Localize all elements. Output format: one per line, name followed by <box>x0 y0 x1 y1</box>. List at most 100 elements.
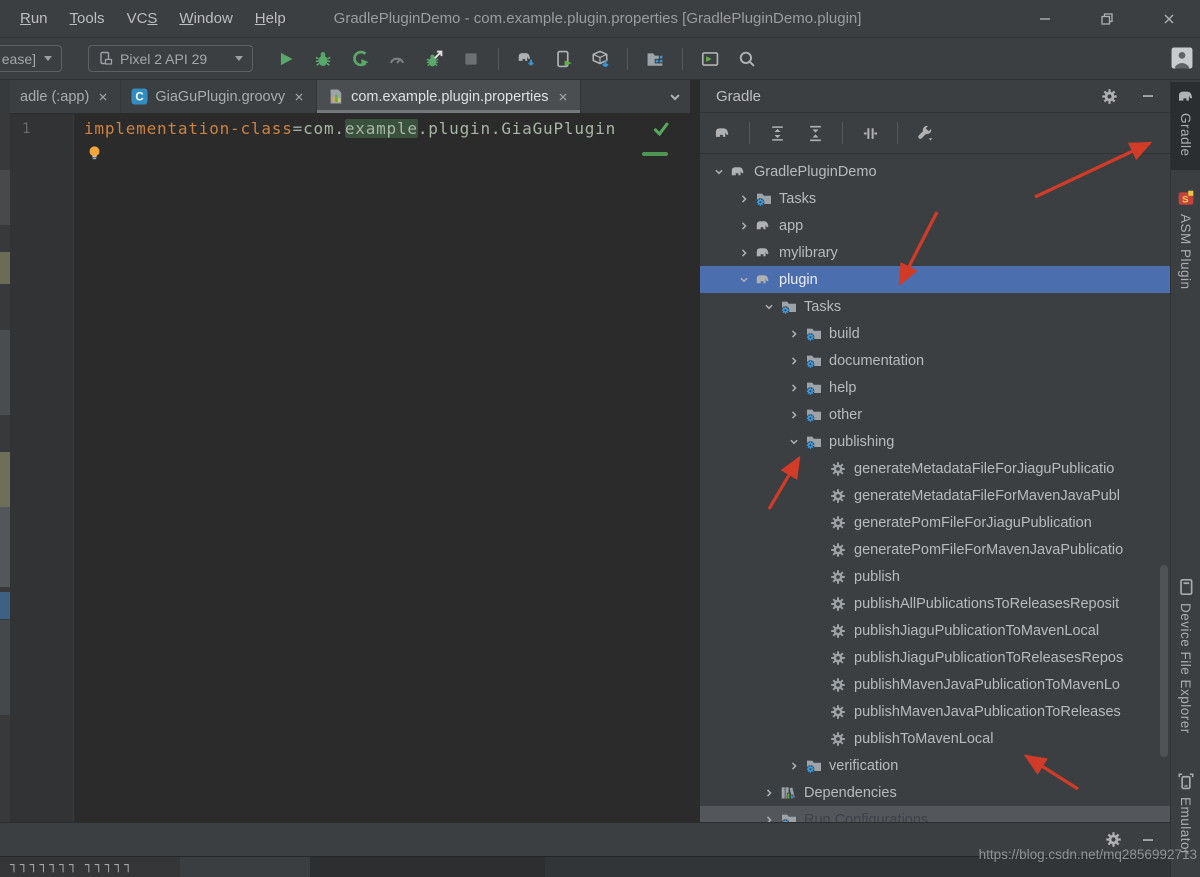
device-select[interactable]: Pixel 2 API 29 <box>88 45 253 72</box>
chevron-collapsed-icon[interactable] <box>783 759 805 773</box>
menu-item-tools[interactable]: Tools <box>60 6 115 31</box>
wrench-button[interactable] <box>911 119 939 147</box>
chevron-expanded-icon[interactable] <box>758 300 780 314</box>
sdk-manager-button[interactable] <box>586 45 614 73</box>
gradle-settings-button[interactable] <box>1101 88 1118 105</box>
menu-item-vcs[interactable]: VCS <box>117 6 168 31</box>
close-tab-icon[interactable] <box>96 90 110 104</box>
intention-lightbulb-icon[interactable] <box>86 145 103 162</box>
expand-all-button[interactable] <box>763 119 791 147</box>
toolbar-actions <box>272 45 761 73</box>
tree-node-label: generateMetadataFileForMavenJavaPubl <box>852 488 1120 504</box>
gradle-task-generatepomfileformavenjavapublicatio[interactable]: generatePomFileForMavenJavaPublicatio <box>700 536 1170 563</box>
gradle-hide-button[interactable] <box>1140 88 1156 104</box>
chevron-collapsed-icon[interactable] <box>733 219 755 233</box>
editor-column: adle (:app)CGiaGuPlugin.groovycom.exampl… <box>10 80 690 822</box>
gradle-task-generatepomfileforjiagupublication[interactable]: generatePomFileForJiaguPublication <box>700 509 1170 536</box>
editor[interactable]: 1 implementation-class=com.example.plugi… <box>10 114 690 822</box>
tree-scrollbar[interactable] <box>1160 565 1168 757</box>
tree-node-run-configurations[interactable]: Run Configurations <box>700 806 1170 822</box>
gradle-sync-button[interactable] <box>512 45 540 73</box>
tree-node-other[interactable]: other <box>700 401 1170 428</box>
menu-item-help[interactable]: Help <box>245 6 296 31</box>
gradle-task-generatemetadatafileforjiagupublicatio[interactable]: generateMetadataFileForJiaguPublicatio <box>700 455 1170 482</box>
chevron-expanded-icon[interactable] <box>783 435 805 449</box>
chevron-collapsed-icon[interactable] <box>783 408 805 422</box>
chevron-collapsed-icon[interactable] <box>758 813 780 823</box>
close-tab-icon[interactable] <box>292 90 306 104</box>
menu-item-window[interactable]: Window <box>169 6 242 31</box>
gradle-task-generatemetadatafileformavenjavapubl[interactable]: generateMetadataFileForMavenJavaPubl <box>700 482 1170 509</box>
stop-button[interactable] <box>457 45 485 73</box>
tree-node-verification[interactable]: verification <box>700 752 1170 779</box>
tree-node-tasks[interactable]: Tasks <box>700 293 1170 320</box>
user-avatar[interactable] <box>1171 47 1193 69</box>
editor-tab-com-example-plugin-properties[interactable]: com.example.plugin.properties <box>317 80 580 113</box>
stripe-tab-asm-plugin[interactable]: SASM Plugin <box>1171 183 1200 303</box>
gradle-task-publishmavenjavapublicationtoreleases[interactable]: publishMavenJavaPublicationToReleases <box>700 698 1170 725</box>
tree-node-publishing[interactable]: publishing <box>700 428 1170 455</box>
tree-node-label: documentation <box>827 353 924 369</box>
collapse-all-button[interactable] <box>801 119 829 147</box>
tree-node-documentation[interactable]: documentation <box>700 347 1170 374</box>
chevron-collapsed-icon[interactable] <box>733 246 755 260</box>
chevron-collapsed-icon[interactable] <box>783 381 805 395</box>
chevron-expanded-icon[interactable] <box>733 273 755 287</box>
run-button[interactable] <box>272 45 300 73</box>
bottom-settings-button[interactable] <box>1105 831 1122 848</box>
chevron-collapsed-icon[interactable] <box>783 354 805 368</box>
restore-button[interactable] <box>1076 0 1138 38</box>
tree-node-tasks[interactable]: Tasks <box>700 185 1170 212</box>
device-manager-button[interactable] <box>549 45 577 73</box>
inspections-ok-check-icon[interactable] <box>652 120 670 138</box>
gradle-task-publish[interactable]: publish <box>700 563 1170 590</box>
hidden-tabs-chevron-icon[interactable] <box>666 88 684 106</box>
debug-button[interactable] <box>309 45 337 73</box>
tree-node-help[interactable]: help <box>700 374 1170 401</box>
menu-item-label: un <box>31 10 48 27</box>
chevron-collapsed-icon[interactable] <box>783 327 805 341</box>
tree-node-dependencies[interactable]: Dependencies <box>700 779 1170 806</box>
close-button[interactable] <box>1138 0 1200 38</box>
gradle-task-publishmavenjavapublicationtomavenlo[interactable]: publishMavenJavaPublicationToMavenLo <box>700 671 1170 698</box>
close-tab-icon[interactable] <box>556 90 570 104</box>
dropdown-caret-icon <box>44 56 52 61</box>
gradle-elephant-button[interactable] <box>708 119 736 147</box>
gradle-task-publishtomavenlocal[interactable]: publishToMavenLocal <box>700 725 1170 752</box>
run-configuration-select[interactable]: ease] <box>0 45 62 72</box>
collapsed-project-panel-edge <box>0 80 10 822</box>
offline-toggle-icon <box>862 125 879 142</box>
apply-changes-button[interactable] <box>346 45 374 73</box>
gradle-panel-toolbar <box>700 113 1170 154</box>
chevron-collapsed-icon[interactable] <box>733 192 755 206</box>
rerun-debug-button[interactable] <box>420 45 448 73</box>
menu-item-run[interactable]: Run <box>10 6 58 31</box>
tree-node-mylibrary[interactable]: mylibrary <box>700 239 1170 266</box>
window-close-icon <box>1161 11 1177 27</box>
chevron-collapsed-icon[interactable] <box>758 786 780 800</box>
chevron-expanded-icon[interactable] <box>708 165 730 179</box>
tree-node-app[interactable]: app <box>700 212 1170 239</box>
tree-node-gradleplugindemo[interactable]: GradlePluginDemo <box>700 158 1170 185</box>
gradle-task-publishallpublicationstoreleasesreposit[interactable]: publishAllPublicationsToReleasesReposit <box>700 590 1170 617</box>
search-everywhere-button[interactable] <box>733 45 761 73</box>
stripe-tab-device-file-explorer[interactable]: Device File Explorer <box>1171 572 1200 754</box>
bottom-hide-button[interactable] <box>1140 832 1156 848</box>
editor-tab-adle-app[interactable]: adle (:app) <box>10 80 121 113</box>
stripe-tab-gradle[interactable]: Gradle <box>1171 82 1200 170</box>
gradle-task-publishjiagupublicationtomavenlocal[interactable]: publishJiaguPublicationToMavenLocal <box>700 617 1170 644</box>
dependencies-icon <box>780 785 802 801</box>
project-structure-button[interactable] <box>641 45 669 73</box>
tree-node-label: build <box>827 326 860 342</box>
minimize-button[interactable] <box>1014 0 1076 38</box>
hidden-panel-fragment <box>0 170 10 225</box>
gradle-task-publishjiagupublicationtoreleasesrepos[interactable]: publishJiaguPublicationToReleasesRepos <box>700 644 1170 671</box>
profiler-button[interactable] <box>383 45 411 73</box>
editor-tab-giaguplugin-groovy[interactable]: CGiaGuPlugin.groovy <box>121 80 317 113</box>
tree-node-label: generatePomFileForMavenJavaPublicatio <box>852 542 1123 558</box>
offline-toggle-button[interactable] <box>856 119 884 147</box>
tree-node-plugin[interactable]: plugin <box>700 266 1170 293</box>
tree-node-build[interactable]: build <box>700 320 1170 347</box>
code-area[interactable]: implementation-class=com.example.plugin.… <box>74 114 690 822</box>
logcat-button[interactable] <box>696 45 724 73</box>
